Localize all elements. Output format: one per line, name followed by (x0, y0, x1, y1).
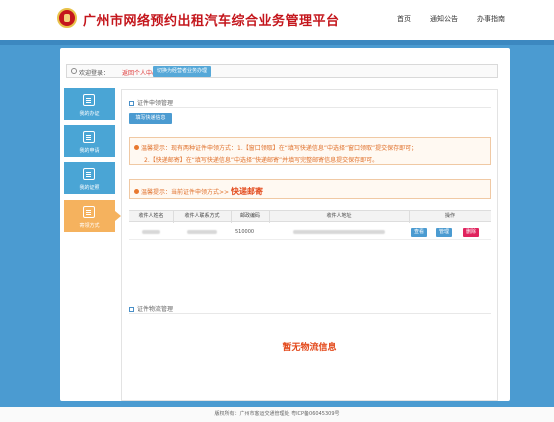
section-title-certificate: 证件申领管理 (129, 98, 173, 107)
id-card-icon (83, 94, 95, 106)
fill-delivery-info-button[interactable]: 填写快递信息 (129, 113, 172, 124)
empty-logistics-message: 暂无物流信息 (282, 343, 337, 353)
sidebar-item-my-licenses[interactable]: 我的证照 (64, 162, 115, 194)
section-square-icon (129, 307, 134, 312)
top-nav: 首页 通知公告 办事指南 (397, 14, 505, 24)
welcome-label: 欢迎登录： (79, 70, 110, 77)
sidebar-item-delivery-method[interactable]: 寄领方式 (64, 200, 121, 232)
table-row: 510000 查看 管理 删除 (129, 225, 491, 240)
col-address: 收件人地址 (326, 213, 352, 219)
nav-guide[interactable]: 办事指南 (477, 14, 505, 24)
cell-address-redacted (269, 225, 409, 240)
notice-current-prefix: 温馨提示：当前证件申领方式>> (141, 189, 230, 196)
cell-recipient-name-redacted (129, 225, 173, 240)
cell-postal-code: 510000 (235, 229, 255, 235)
sidebar-item-label: 寄领方式 (79, 223, 100, 229)
notice-line-2: 2.【快递邮寄】在“填写快递信息”中选择“快递邮寄”并填写完整邮寄信息提交保存即… (144, 157, 379, 164)
user-icon (71, 68, 77, 74)
site-title: 广州市网络预约出租汽车综合业务管理平台 (83, 14, 340, 29)
cell-recipient-phone-redacted (173, 225, 231, 240)
col-actions: 操作 (444, 213, 455, 219)
license-icon (83, 168, 95, 180)
sidebar-item-my-certificates[interactable]: 我的办证 (64, 88, 115, 120)
nav-notices[interactable]: 通知公告 (430, 14, 458, 24)
sidebar-item-label: 我的申请 (79, 148, 100, 154)
sidebar-item-my-applications[interactable]: 我的申请 (64, 125, 115, 157)
warning-icon (134, 189, 139, 194)
switch-role-button[interactable]: 切换为经营者业务办理 (153, 66, 212, 77)
sidebar-item-label: 我的证照 (79, 185, 100, 191)
sidebar-item-label: 我的办证 (79, 111, 100, 117)
current-method-value: 快递邮寄 (230, 187, 263, 196)
delete-button[interactable]: 删除 (463, 228, 480, 237)
view-button[interactable]: 查看 (411, 228, 428, 237)
notice-methods: 温馨提示：现有两种证件申领方式：1.【窗口领取】在“填写快递信息”中选择“窗口领… (129, 137, 491, 165)
notice-line-1: 温馨提示：现有两种证件申领方式：1.【窗口领取】在“填写快递信息”中选择“窗口领… (141, 145, 418, 152)
col-recipient-name: 收件人姓名 (138, 213, 164, 219)
warning-icon (134, 145, 139, 150)
emblem-logo (57, 8, 77, 28)
document-icon (83, 131, 95, 143)
site-header: 广州市网络预约出租汽车综合业务管理平台 首页 通知公告 办事指南 (0, 0, 554, 40)
site-footer: 版权所有：广州市客运交通管理处 粤ICP备06045309号 (0, 407, 554, 422)
main-panel (121, 89, 498, 401)
table-header: 收件人姓名 收件人联系方式 邮政编码 收件人地址 操作 (129, 210, 491, 223)
band-shadow (0, 40, 554, 45)
col-postal-code: 邮政编码 (239, 213, 260, 219)
manage-button[interactable]: 管理 (436, 228, 453, 237)
section-square-icon (129, 101, 134, 106)
nav-home[interactable]: 首页 (397, 14, 411, 24)
section-title-logistics: 证件物流管理 (129, 304, 173, 313)
welcome-bar: 欢迎登录： 返回个人中心 切换为经营者业务办理 (66, 64, 498, 78)
divider (129, 107, 491, 108)
col-recipient-phone: 收件人联系方式 (184, 213, 220, 219)
divider (129, 313, 491, 314)
mail-icon (83, 206, 95, 218)
notice-current-method: 温馨提示：当前证件申领方式>> 快递邮寄 (129, 179, 491, 199)
